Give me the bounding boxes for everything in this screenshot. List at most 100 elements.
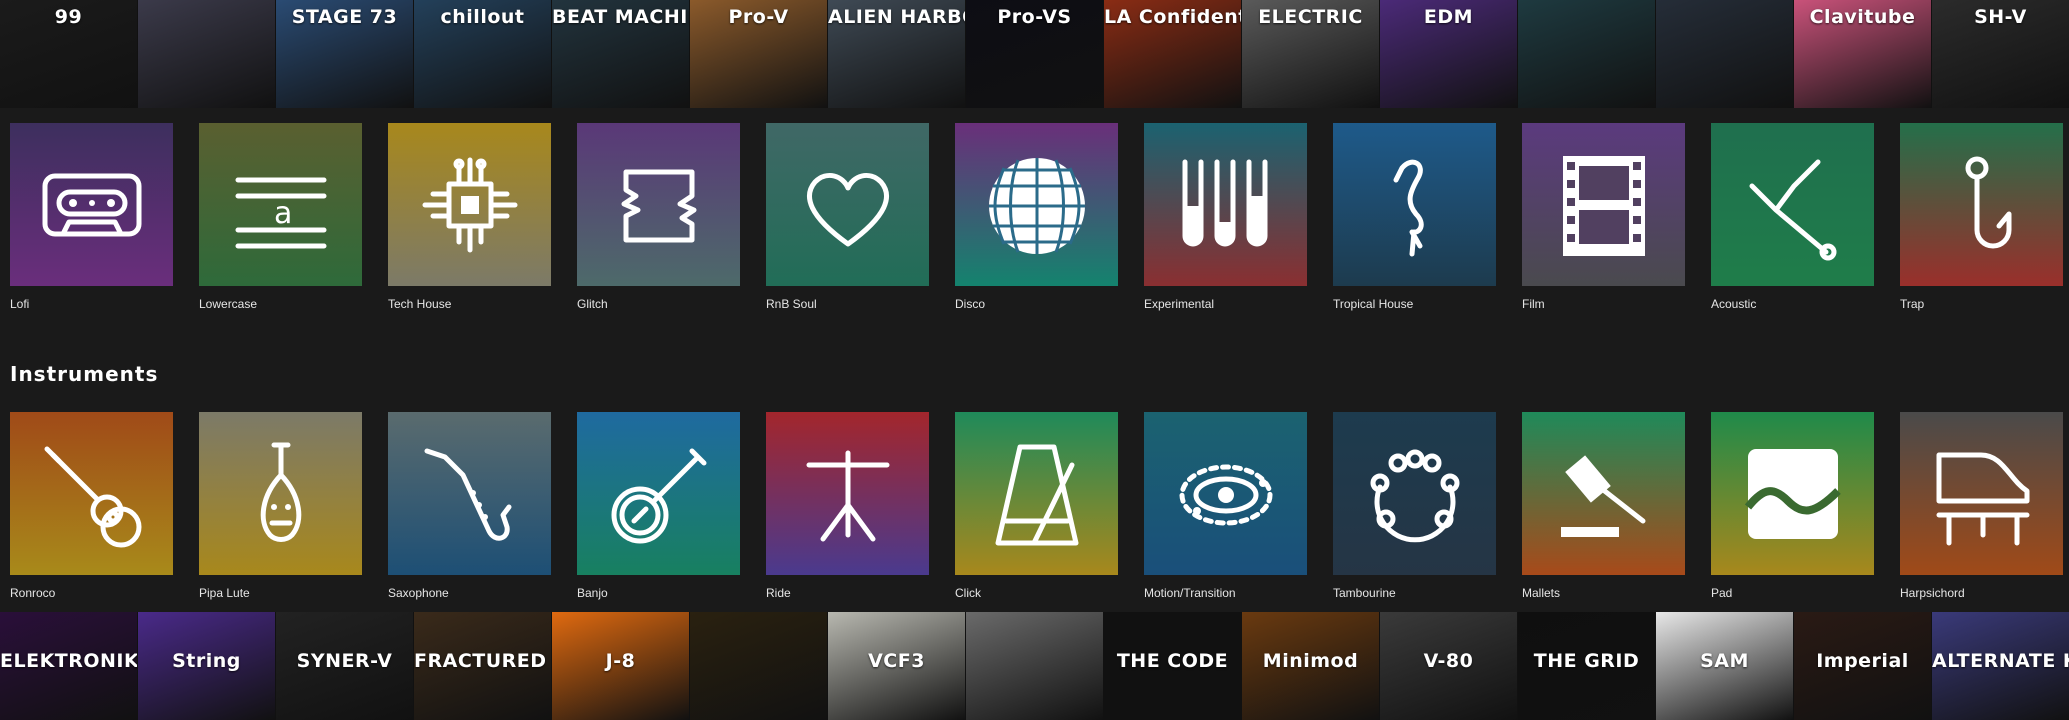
category-thumbnail[interactable]	[1144, 123, 1307, 286]
category-label[interactable]: Lowercase	[199, 297, 362, 311]
category-card[interactable]: Trap	[1900, 123, 2063, 311]
category-label[interactable]: Pad	[1711, 586, 1874, 600]
category-label[interactable]: Tambourine	[1333, 586, 1496, 600]
category-card[interactable]: Ronroco	[10, 412, 173, 600]
category-label[interactable]: Banjo	[577, 586, 740, 600]
category-card[interactable]: Glitch	[577, 123, 740, 311]
category-thumbnail[interactable]	[577, 412, 740, 575]
top-album-tile[interactable]: 99	[0, 0, 138, 108]
category-thumbnail[interactable]	[766, 412, 929, 575]
category-card[interactable]: Motion/Transition	[1144, 412, 1307, 600]
bottom-album-tile[interactable]: VCF3	[828, 612, 966, 720]
category-thumbnail[interactable]	[1522, 123, 1685, 286]
category-card[interactable]: Banjo	[577, 412, 740, 600]
category-card[interactable]: Tropical House	[1333, 123, 1496, 311]
category-label[interactable]: RnB Soul	[766, 297, 929, 311]
top-album-tile[interactable]: ALIEN HARBOURS	[828, 0, 966, 108]
category-card[interactable]: Harpsichord	[1900, 412, 2063, 600]
category-label[interactable]: Ronroco	[10, 586, 173, 600]
bottom-album-tile[interactable]: String	[138, 612, 276, 720]
category-card[interactable]: Lofi	[10, 123, 173, 311]
bottom-album-tile[interactable]: Imperial	[1794, 612, 1932, 720]
category-thumbnail[interactable]	[388, 123, 551, 286]
category-label[interactable]: Ride	[766, 586, 929, 600]
category-thumbnail[interactable]	[199, 412, 362, 575]
category-label[interactable]: Disco	[955, 297, 1118, 311]
category-thumbnail[interactable]	[1522, 412, 1685, 575]
category-card[interactable]: Tech House	[388, 123, 551, 311]
category-card[interactable]: a Lowercase	[199, 123, 362, 311]
top-album-tile[interactable]: STAGE 73	[276, 0, 414, 108]
category-thumbnail[interactable]	[766, 123, 929, 286]
category-thumbnail[interactable]	[955, 123, 1118, 286]
top-album-tile[interactable]	[1656, 0, 1794, 108]
category-thumbnail[interactable]: a	[199, 123, 362, 286]
bottom-album-tile[interactable]: ELEKTRONIKA	[0, 612, 138, 720]
category-label[interactable]: Saxophone	[388, 586, 551, 600]
bottom-album-tile[interactable]: SAM	[1656, 612, 1794, 720]
category-card[interactable]: Saxophone	[388, 412, 551, 600]
category-card[interactable]: Ride	[766, 412, 929, 600]
category-card[interactable]: RnB Soul	[766, 123, 929, 311]
category-card[interactable]: Experimental	[1144, 123, 1307, 311]
category-thumbnail[interactable]	[388, 412, 551, 575]
bottom-album-tile[interactable]: THE CODE	[1104, 612, 1242, 720]
category-thumbnail[interactable]	[1711, 123, 1874, 286]
category-card[interactable]: Tambourine	[1333, 412, 1496, 600]
category-card[interactable]: Film	[1522, 123, 1685, 311]
top-album-tile-title: Pro-VS	[997, 6, 1072, 28]
bottom-album-tile[interactable]: FRACTURED PIANO	[414, 612, 552, 720]
instruments-heading: Instruments	[10, 362, 159, 386]
category-label[interactable]: Lofi	[10, 297, 173, 311]
bottom-album-tile[interactable]: SYNER-V	[276, 612, 414, 720]
category-label[interactable]: Film	[1522, 297, 1685, 311]
top-album-tile[interactable]: ELECTRIC	[1242, 0, 1380, 108]
category-thumbnail[interactable]	[955, 412, 1118, 575]
category-label[interactable]: Trap	[1900, 297, 2063, 311]
bottom-album-tile[interactable]	[966, 612, 1104, 720]
category-label[interactable]: Pipa Lute	[199, 586, 362, 600]
category-thumbnail[interactable]	[577, 123, 740, 286]
category-label[interactable]: Acoustic	[1711, 297, 1874, 311]
top-album-tile[interactable]: BEAT MACHINES	[552, 0, 690, 108]
category-thumbnail[interactable]	[1333, 412, 1496, 575]
category-label[interactable]: Click	[955, 586, 1118, 600]
category-card[interactable]: Click	[955, 412, 1118, 600]
top-album-tile[interactable]: chillout	[414, 0, 552, 108]
category-card[interactable]: Acoustic	[1711, 123, 1874, 311]
category-label[interactable]: Tropical House	[1333, 297, 1496, 311]
category-label[interactable]: Motion/Transition	[1144, 586, 1307, 600]
category-thumbnail[interactable]	[1144, 412, 1307, 575]
top-album-tile[interactable]	[1518, 0, 1656, 108]
bottom-album-tile[interactable]: J-8	[552, 612, 690, 720]
bottom-album-tile[interactable]: Minimod	[1242, 612, 1380, 720]
top-album-tile[interactable]	[138, 0, 276, 108]
category-label[interactable]: Experimental	[1144, 297, 1307, 311]
category-thumbnail[interactable]	[10, 123, 173, 286]
bottom-album-tile[interactable]: ALTERNATE KEYS	[1932, 612, 2069, 720]
category-thumbnail[interactable]	[1900, 412, 2063, 575]
category-thumbnail[interactable]	[10, 412, 173, 575]
category-thumbnail[interactable]	[1333, 123, 1496, 286]
top-album-tile[interactable]: Pro-VS	[966, 0, 1104, 108]
category-label[interactable]: Mallets	[1522, 586, 1685, 600]
category-card[interactable]: Disco	[955, 123, 1118, 311]
bottom-album-tile[interactable]	[690, 612, 828, 720]
top-album-tile[interactable]: SH-V	[1932, 0, 2069, 108]
bottom-album-tile[interactable]: V-80	[1380, 612, 1518, 720]
category-thumbnail[interactable]	[1711, 412, 1874, 575]
category-label[interactable]: Glitch	[577, 297, 740, 311]
top-album-tile[interactable]: EDM	[1380, 0, 1518, 108]
category-label[interactable]: Harpsichord	[1900, 586, 2063, 600]
category-thumbnail[interactable]	[1900, 123, 2063, 286]
top-album-tile[interactable]: LA Confidential	[1104, 0, 1242, 108]
category-card[interactable]: Pad	[1711, 412, 1874, 600]
top-album-tile[interactable]: Pro-V	[690, 0, 828, 108]
category-card[interactable]: Mallets	[1522, 412, 1685, 600]
category-label[interactable]: Tech House	[388, 297, 551, 311]
category-card[interactable]: Pipa Lute	[199, 412, 362, 600]
bottom-album-tile[interactable]: THE GRID	[1518, 612, 1656, 720]
bottom-album-tile-title: THE CODE	[1116, 650, 1229, 672]
top-album-tile[interactable]: Clavitube	[1794, 0, 1932, 108]
bottom-album-tile-title: ALTERNATE KEYS	[1932, 650, 2069, 672]
